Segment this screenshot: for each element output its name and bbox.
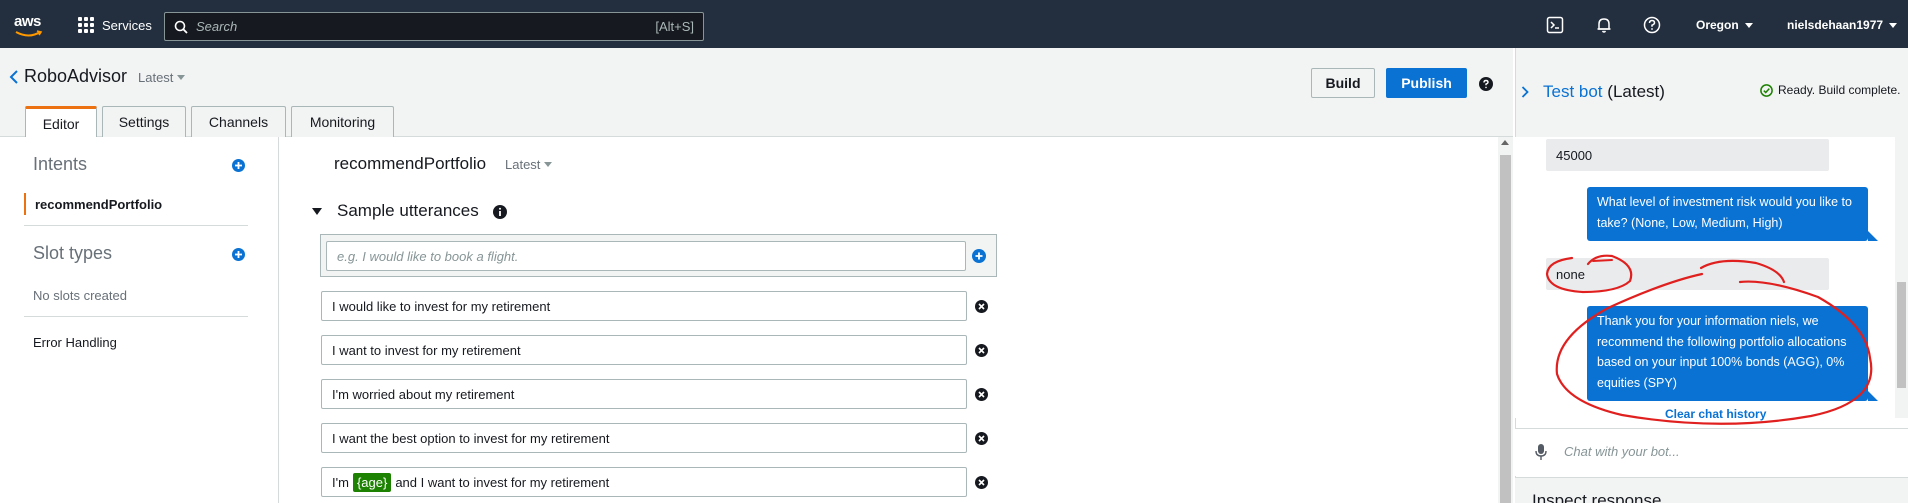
aws-logo[interactable]: aws [13, 8, 47, 40]
clear-chat-history-link[interactable]: Clear chat history [1665, 407, 1766, 421]
bot-version-selector[interactable]: Latest [138, 70, 186, 85]
chat-message-user: 45000 [1546, 139, 1829, 171]
test-bot-version: (Latest) [1607, 82, 1665, 101]
aws-smile-icon [15, 30, 43, 37]
test-bot-title: Test bot (Latest) [1543, 82, 1665, 102]
chat-message-bot: What level of investment risk would you … [1587, 187, 1878, 241]
account-menu[interactable]: nielsdehaan1977 [1787, 18, 1898, 32]
divider [24, 225, 248, 226]
region-label: Oregon [1696, 18, 1739, 32]
build-status: Ready. Build complete. [1760, 83, 1901, 97]
utterance-field[interactable]: I'm worried about my retirement [321, 379, 967, 409]
top-navigation-bar: aws Services Search [Alt+S] Oregon niels… [0, 0, 1908, 48]
chat-message-bot: Thank you for your information niels, we… [1587, 306, 1878, 401]
account-label: nielsdehaan1977 [1787, 18, 1884, 32]
tab-settings[interactable]: Settings [102, 106, 186, 137]
bell-icon[interactable] [1595, 16, 1613, 34]
editor-sidebar: Intents recommendPortfolio Slot types No… [0, 137, 279, 503]
chat-message-text: none [1556, 266, 1585, 282]
scroll-thumb[interactable] [1897, 282, 1906, 388]
utterance-text: I'm [332, 474, 349, 490]
build-button[interactable]: Build [1311, 68, 1375, 98]
slot-types-heading: Slot types [33, 243, 113, 263]
utterance-field[interactable]: I want to invest for my retirement [321, 335, 967, 365]
scroll-thumb[interactable] [1500, 155, 1511, 503]
no-slots-text: No slots created [33, 288, 127, 303]
build-status-text: Ready. Build complete. [1778, 83, 1901, 97]
publish-button[interactable]: Publish [1386, 68, 1467, 98]
chat-message-text: Thank you for your information niels, we… [1597, 314, 1847, 390]
bot-title: RoboAdvisor [24, 66, 128, 86]
chat-message-text: What level of investment risk would you … [1597, 195, 1852, 230]
utterance-field[interactable]: I would like to invest for my retirement [321, 291, 967, 321]
remove-utterance-icon[interactable] [975, 300, 988, 313]
add-utterance-icon[interactable] [972, 249, 986, 263]
utterance-field[interactable]: I want the best option to invest for my … [321, 423, 967, 453]
main-scrollbar[interactable] [1498, 137, 1513, 503]
chat-input-placeholder: Chat with your bot... [1564, 444, 1680, 459]
slot-tag[interactable]: {age} [352, 472, 392, 492]
caret-down-icon [177, 75, 186, 80]
utterance-text: I would like to invest for my retirement [332, 298, 551, 314]
search-placeholder: Search [196, 19, 238, 34]
services-label: Services [102, 17, 152, 33]
sidebar-item-label: recommendPortfolio [35, 196, 163, 212]
chat-scrollbar[interactable] [1895, 137, 1908, 418]
caret-down-icon [544, 162, 553, 167]
search-shortcut: [Alt+S] [655, 19, 694, 34]
search-icon [174, 20, 188, 34]
error-handling-link[interactable]: Error Handling [33, 335, 117, 350]
scroll-up-arrow-icon[interactable] [1501, 140, 1509, 145]
add-slot-type-icon[interactable] [232, 248, 245, 261]
search-input[interactable]: Search [Alt+S] [164, 12, 704, 41]
lex-console: aws Services Search [Alt+S] Oregon niels… [0, 0, 1908, 503]
utterance-text: I want the best option to invest for my … [332, 430, 610, 446]
sidebar-item-recommendportfolio[interactable]: recommendPortfolio [24, 193, 244, 215]
intents-heading: Intents [33, 154, 88, 174]
utterance-field[interactable]: I'm {age} and I want to invest for my re… [321, 467, 967, 497]
back-chevron-icon[interactable] [9, 70, 19, 84]
info-icon[interactable] [493, 205, 507, 219]
aws-logo-text: aws [14, 13, 41, 30]
chat-message-text: 45000 [1556, 147, 1593, 163]
services-menu-button[interactable]: Services [78, 14, 152, 36]
check-circle-icon [1760, 83, 1773, 97]
tab-editor[interactable]: Editor [25, 106, 97, 138]
remove-utterance-icon[interactable] [975, 432, 988, 445]
divider [24, 316, 248, 317]
new-utterance-input[interactable]: e.g. I would like to book a flight. [326, 241, 966, 271]
help-circle-icon[interactable] [1479, 77, 1493, 91]
caret-down-icon [1744, 22, 1753, 28]
intent-version-selector[interactable]: Latest [505, 157, 553, 172]
tab-monitoring[interactable]: Monitoring [291, 106, 394, 137]
grid-icon [78, 17, 94, 33]
bot-version-label: Latest [138, 70, 174, 85]
new-utterance-placeholder: e.g. I would like to book a flight. [337, 248, 519, 264]
caret-down-icon [1889, 22, 1898, 28]
remove-utterance-icon[interactable] [975, 388, 988, 401]
collapse-triangle-icon[interactable] [312, 208, 322, 216]
utterance-text: I'm worried about my retirement [332, 386, 515, 402]
cloudshell-icon[interactable] [1546, 16, 1564, 34]
intent-version-label: Latest [505, 157, 541, 172]
help-icon[interactable] [1643, 16, 1661, 34]
remove-utterance-icon[interactable] [975, 476, 988, 489]
utterance-text: and I want to invest for my retirement [395, 474, 610, 490]
chevron-right-icon[interactable] [1521, 86, 1529, 98]
add-intent-icon[interactable] [232, 159, 245, 172]
test-bot-link[interactable]: Test bot [1543, 82, 1603, 101]
intent-title: recommendPortfolio [334, 154, 487, 173]
microphone-icon[interactable] [1535, 443, 1547, 461]
region-selector[interactable]: Oregon [1696, 18, 1753, 32]
chat-message-user: none [1546, 258, 1829, 290]
utterance-text: I want to invest for my retirement [332, 342, 521, 358]
sample-utterances-heading: Sample utterances [337, 201, 479, 220]
inspect-response-heading: Inspect response [1532, 491, 1662, 503]
tab-channels[interactable]: Channels [191, 106, 286, 137]
remove-utterance-icon[interactable] [975, 344, 988, 357]
